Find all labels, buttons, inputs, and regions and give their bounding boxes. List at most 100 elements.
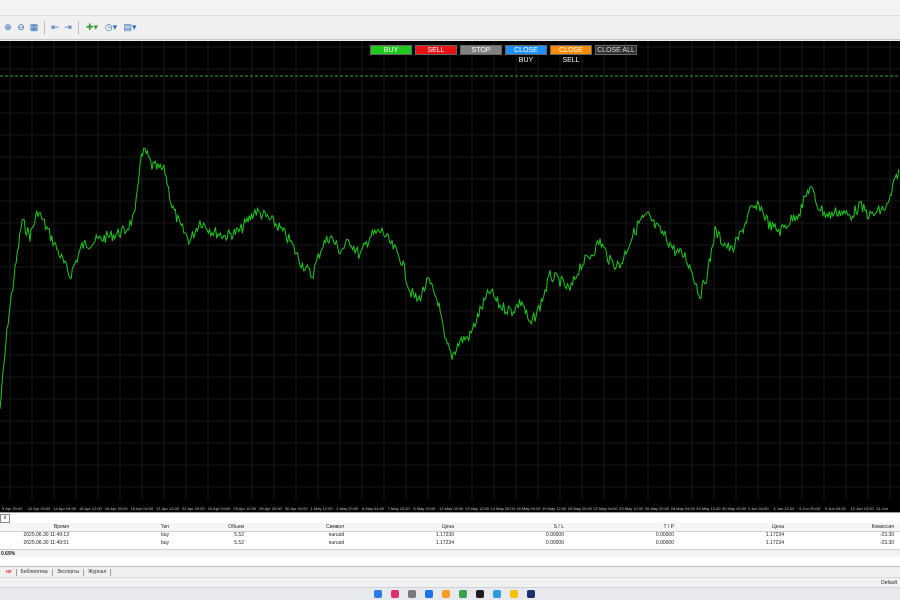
- time-axis-label: 21 Apr 12:00: [156, 506, 179, 511]
- time-axis-label: 10 Apr 20:00: [28, 506, 51, 511]
- time-axis-label: 14 Apr 04:00: [53, 506, 76, 511]
- autoscroll-icon[interactable]: ⇥: [62, 22, 74, 34]
- tab-history[interactable]: ия: [2, 568, 17, 576]
- app-icon[interactable]: [527, 590, 535, 598]
- app-icon[interactable]: [425, 590, 433, 598]
- close-buy-button[interactable]: CLOSE BUY: [505, 45, 547, 64]
- os-taskbar: [0, 587, 900, 600]
- periods-icon[interactable]: ◷▾: [102, 22, 120, 34]
- price-chart[interactable]: BUY SELL STOP CLOSE BUY CLOSE SELL CLOSE…: [0, 41, 900, 500]
- col-sl[interactable]: S / L: [460, 523, 570, 532]
- tab-experts[interactable]: Эксперты: [53, 568, 85, 576]
- time-axis-label: 30 May 20:00: [722, 506, 747, 511]
- toolbar-divider: [44, 20, 45, 35]
- time-axis-label: 14 May 20:00: [491, 506, 516, 511]
- orders-table: Время Тип Объем Символ Цена S / L T / P …: [0, 523, 900, 547]
- trade-panel: BUY SELL STOP CLOSE BUY CLOSE SELL CLOSE…: [370, 45, 637, 64]
- zoom-out-icon[interactable]: ⊖: [15, 22, 27, 34]
- time-axis-label: 29 May 12:00: [696, 506, 721, 511]
- tab-library[interactable]: Библиотека: [17, 568, 53, 576]
- terminal-summary: 0.69%: [0, 549, 900, 557]
- zoom-in-icon[interactable]: ⊕: [2, 22, 14, 34]
- col-price[interactable]: Цена: [350, 523, 460, 532]
- cell-type: buy: [160, 532, 169, 539]
- time-axis-label: 28 Apr 20:00: [259, 506, 282, 511]
- cell-commission: -23.30: [879, 540, 894, 546]
- app-icon[interactable]: [408, 590, 416, 598]
- table-row[interactable]: 2025.06.30 11:49:13 buy 5.52 eurusd 1.17…: [0, 531, 900, 539]
- time-axis-label: 4 Jun 12:00: [773, 506, 795, 511]
- time-axis-label: 20 May 20:00: [568, 506, 593, 511]
- col-current-price[interactable]: Цена: [680, 523, 790, 532]
- app-icon[interactable]: [476, 590, 484, 598]
- templates-icon[interactable]: ▤▾: [121, 22, 139, 34]
- col-symbol[interactable]: Символ: [250, 523, 350, 532]
- grid-icon[interactable]: ▦: [28, 22, 40, 34]
- time-axis-label: 6 May 04:00: [362, 506, 385, 511]
- time-axis-label: 16 May 04:00: [516, 506, 541, 511]
- cell-current-price: 1.17234: [765, 532, 784, 539]
- close-sell-button[interactable]: CLOSE SELL: [550, 45, 592, 64]
- cell-time: 2025.06.30 11:49:51: [23, 540, 69, 546]
- cell-symbol: eurusd: [328, 532, 344, 539]
- cell-type: buy: [160, 540, 169, 546]
- cell-time: 2025.06.30 11:49:13: [23, 532, 69, 539]
- start-icon[interactable]: [374, 590, 382, 598]
- app-icon[interactable]: [442, 590, 450, 598]
- close-all-button[interactable]: CLOSE ALL: [595, 45, 637, 55]
- col-time[interactable]: Время: [0, 523, 75, 532]
- time-axis-label: 30 Apr 04:00: [285, 506, 308, 511]
- app-icon[interactable]: [459, 590, 467, 598]
- col-commission[interactable]: Комиссия: [790, 523, 900, 532]
- sell-button[interactable]: SELL: [415, 45, 457, 55]
- profile-status[interactable]: Default: [881, 580, 897, 586]
- time-axis-label: 23 May 12:00: [619, 506, 644, 511]
- col-type[interactable]: Тип: [75, 523, 175, 532]
- cell-tp: 0.00000: [655, 540, 674, 546]
- app-icon[interactable]: [391, 590, 399, 598]
- time-axis-label: 9 Apr 20:00: [2, 506, 23, 511]
- time-axis-label: 19 May 12:00: [542, 506, 567, 511]
- time-axis-label: 24 Apr 04:00: [208, 506, 231, 511]
- cell-price: 1.17234: [435, 540, 454, 546]
- terminal-close-button[interactable]: x: [0, 514, 10, 523]
- indicators-icon[interactable]: ✚▾: [83, 22, 101, 34]
- time-axis-label: 22 Apr 20:00: [182, 506, 205, 511]
- cell-current-price: 1.17234: [765, 540, 784, 546]
- toolbar-divider: [78, 20, 79, 35]
- chart-shift-icon[interactable]: ⇤: [49, 22, 61, 34]
- time-axis-label: 25 Apr 12:00: [233, 506, 256, 511]
- window-title-bar: [0, 0, 900, 16]
- time-axis-label: 18 Apr 04:00: [131, 506, 154, 511]
- status-bar: Default: [0, 577, 900, 587]
- time-axis-label: 11 Jun: [876, 506, 888, 511]
- buy-button[interactable]: BUY: [370, 45, 412, 55]
- app-icon[interactable]: [493, 590, 501, 598]
- time-axis-label: 1 May 12:00: [311, 506, 334, 511]
- cell-symbol: eurusd: [328, 540, 344, 546]
- time-axis-label: 16 Apr 20:00: [105, 506, 128, 511]
- time-axis-label: 7 May 12:00: [388, 506, 411, 511]
- time-axis-label: 12 May 04:00: [439, 506, 464, 511]
- time-axis-label: 10 Jun 12:00: [851, 506, 875, 511]
- time-axis-label: 26 May 20:00: [645, 506, 670, 511]
- time-axis-label: 8 May 20:00: [413, 506, 436, 511]
- col-tp[interactable]: T / P: [570, 523, 680, 532]
- tab-journal[interactable]: Журнал: [84, 568, 112, 576]
- cell-volume: 5.52: [234, 540, 244, 546]
- col-volume[interactable]: Объем: [175, 523, 250, 532]
- app-icon[interactable]: [510, 590, 518, 598]
- time-axis-label: 3 Jun 04:00: [748, 506, 770, 511]
- time-axis-label: 22 May 04:00: [593, 506, 618, 511]
- time-axis: 9 Apr 20:00 10 Apr 20:00 14 Apr 04:00 15 Ap…: [0, 500, 900, 512]
- price-chart-canvas: [0, 41, 900, 500]
- cell-commission: -23.30: [879, 532, 894, 539]
- time-axis-label: 2 May 20:00: [336, 506, 359, 511]
- time-axis-label: 9 Jun 04:00: [825, 506, 847, 511]
- time-axis-label: 13 May 12:00: [465, 506, 490, 511]
- table-row[interactable]: 2025.06.30 11:49:51 buy 5.52 eurusd 1.17…: [0, 539, 900, 547]
- trade-terminal: x Время Тип Объем Символ Цена S / L T / …: [0, 512, 900, 566]
- cell-tp: 0.00000: [655, 532, 674, 539]
- cell-volume: 5.52: [234, 532, 244, 539]
- stop-button[interactable]: STOP: [460, 45, 502, 55]
